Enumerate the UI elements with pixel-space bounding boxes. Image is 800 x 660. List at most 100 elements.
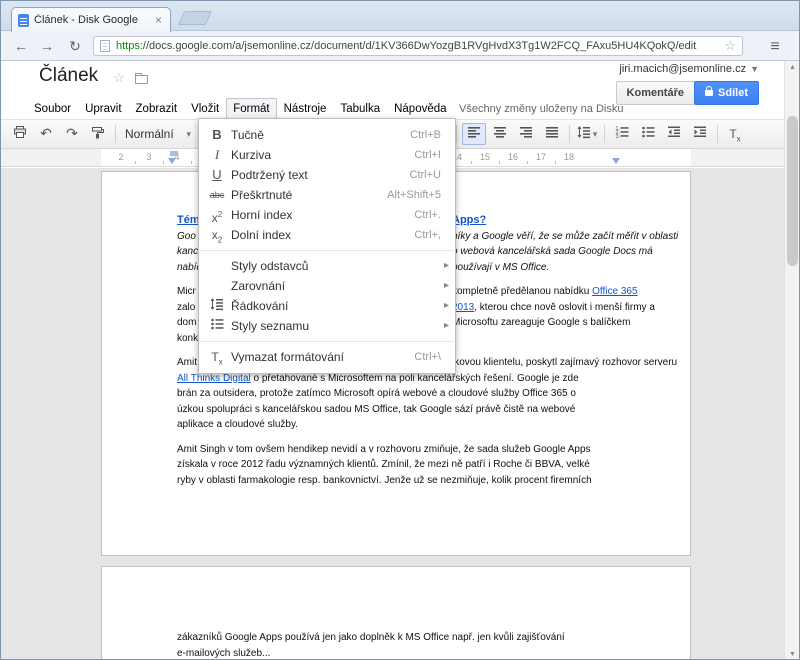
left-margin-marker-icon[interactable] bbox=[168, 158, 176, 164]
ruler-number: 16 bbox=[506, 152, 520, 162]
refresh-button[interactable]: ↻ bbox=[63, 35, 87, 57]
paint-format-button[interactable] bbox=[86, 123, 110, 145]
format-menu-item-stylyseznamu[interactable]: Styly seznamu▸ bbox=[199, 316, 455, 336]
doc-text: kanc bbox=[177, 246, 198, 257]
forward-button[interactable]: → bbox=[35, 35, 59, 57]
doc-line-right: níky a Google věří, že se může začít měř… bbox=[452, 229, 678, 245]
doc-line-right: o webová kancelářská sada Google Docs má bbox=[452, 244, 653, 260]
menubar-item-upravit[interactable]: Upravit bbox=[78, 98, 128, 119]
doc-line: zákazníků Google Apps používá jen jako d… bbox=[177, 630, 682, 646]
clear-formatting-icon: Tx bbox=[729, 125, 740, 143]
doc-link[interactable]: Office 365 bbox=[592, 286, 637, 297]
browser-window: Článek - Disk Google × ← → ↻ https://doc… bbox=[0, 0, 800, 660]
doc-text: , kterou chce nově oslovit i menší firmy… bbox=[474, 302, 655, 313]
align-justify-button[interactable] bbox=[540, 123, 564, 145]
ruler-tick-icon bbox=[163, 161, 164, 164]
menu-item-label: Vymazat formátování bbox=[231, 350, 344, 364]
page-2[interactable]: zákazníků Google Apps používá jen jako d… bbox=[101, 566, 691, 660]
browser-tab[interactable]: Článek - Disk Google × bbox=[11, 7, 171, 32]
menubar-item-format[interactable]: Formát bbox=[226, 98, 276, 119]
format-menu-item-podtrzenytext[interactable]: UPodtržený textCtrl+U bbox=[199, 165, 455, 185]
save-status[interactable]: Všechny změny uloženy na Disku bbox=[459, 103, 623, 115]
format-menu-item-zarovnani[interactable]: Zarovnání▸ bbox=[199, 276, 455, 296]
url-text: ://docs.google.com/a/jsemonline.cz/docum… bbox=[140, 40, 720, 52]
menu-item-label: Přeškrtnuté bbox=[231, 188, 292, 202]
doc-link[interactable]: All Thinks Digital bbox=[177, 373, 251, 384]
doc-text: zákazníků Google Apps používá jen jako d… bbox=[177, 632, 565, 643]
scroll-down-icon[interactable]: ▼ bbox=[785, 651, 800, 658]
menu-item-shortcut: Ctrl+I bbox=[414, 145, 441, 165]
format-menu-item-dolniindex[interactable]: x2Dolní indexCtrl+, bbox=[199, 225, 455, 245]
format-menu: BTučněCtrl+BIKurzivaCtrl+IUPodtržený tex… bbox=[198, 118, 456, 374]
bold-icon: B bbox=[206, 125, 228, 145]
doc-line-left: konk bbox=[177, 333, 198, 344]
comments-button[interactable]: Komentáře bbox=[616, 81, 695, 105]
tab-title: Článek - Disk Google bbox=[34, 14, 153, 26]
styles-dropdown[interactable]: Normální ▾ bbox=[120, 123, 196, 145]
line-spacing-button[interactable]: ▾ bbox=[575, 123, 599, 145]
bullet-list-button[interactable] bbox=[636, 123, 660, 145]
format-menu-item-preskrtnute[interactable]: abcPřeškrtnutéAlt+Shift+5 bbox=[199, 185, 455, 205]
indent-button[interactable] bbox=[688, 123, 712, 145]
doc-text: Amit Singh v tom ovšem hendikep nevidí a… bbox=[177, 444, 591, 455]
right-margin-marker-icon[interactable] bbox=[612, 158, 620, 164]
menubar-item-tabulka[interactable]: Tabulka bbox=[333, 98, 387, 119]
doc-line-left: dom bbox=[177, 317, 196, 328]
format-menu-item-radkovani[interactable]: Řádkování▸ bbox=[199, 296, 455, 316]
url-scheme: https bbox=[116, 40, 140, 52]
undo-button[interactable]: ↶ bbox=[34, 123, 58, 145]
menubar-item-vlozit[interactable]: Vložit bbox=[184, 98, 226, 119]
chevron-down-icon: ▼ bbox=[750, 64, 759, 74]
new-tab-button[interactable] bbox=[178, 11, 213, 25]
account-email[interactable]: jiri.macich@jsemonline.cz▼ bbox=[619, 63, 759, 75]
tab-strip: Článek - Disk Google × bbox=[1, 1, 799, 31]
line-spacing-icon bbox=[577, 125, 591, 144]
align-left-button[interactable] bbox=[462, 123, 486, 145]
tab-close-icon[interactable]: × bbox=[153, 13, 164, 27]
styles-dropdown-value: Normální bbox=[125, 127, 174, 141]
menubar-item-napoveda[interactable]: Nápověda bbox=[387, 98, 453, 119]
subscript-icon: x2 bbox=[206, 225, 228, 245]
doc-text: o webová kancelářská sada Google Docs má bbox=[452, 246, 653, 257]
doc-text: níky a Google věří, že se může začít měř… bbox=[452, 231, 678, 242]
format-menu-item-tucne[interactable]: BTučněCtrl+B bbox=[199, 125, 455, 145]
format-menu-item-vymazatformatovani[interactable]: TxVymazat formátováníCtrl+\ bbox=[199, 347, 455, 367]
doc-line-left: Amit bbox=[177, 357, 197, 368]
redo-button[interactable]: ↷ bbox=[60, 123, 84, 145]
back-button[interactable]: ← bbox=[9, 35, 33, 57]
chrome-menu-icon[interactable]: ≡ bbox=[761, 35, 789, 57]
folder-icon[interactable] bbox=[135, 75, 148, 84]
format-menu-item-kurziva[interactable]: IKurzivaCtrl+I bbox=[199, 145, 455, 165]
outdent-button[interactable] bbox=[662, 123, 686, 145]
doc-line: získala v roce 2012 řadu významných klie… bbox=[177, 457, 682, 473]
share-button[interactable]: Sdílet bbox=[694, 81, 759, 105]
ruler-number: 2 bbox=[114, 152, 128, 162]
address-bar[interactable]: https://docs.google.com/a/jsemonline.cz/… bbox=[93, 36, 743, 56]
star-document-icon[interactable]: ☆ bbox=[113, 70, 125, 86]
align-right-button[interactable] bbox=[514, 123, 538, 145]
menubar-item-soubor[interactable]: Soubor bbox=[27, 98, 78, 119]
menubar-item-nastroje[interactable]: Nástroje bbox=[277, 98, 334, 119]
numbered-list-button[interactable]: 1.2.3. bbox=[610, 123, 634, 145]
menu-item-shortcut: Ctrl+. bbox=[414, 205, 441, 225]
clear-formatting-button[interactable]: Tx bbox=[723, 123, 747, 145]
scrollbar[interactable]: ▲ ▼ bbox=[784, 61, 799, 660]
menu-item-shortcut: Ctrl+\ bbox=[414, 347, 441, 367]
chevron-down-icon: ▾ bbox=[186, 129, 191, 140]
doc-text: Goo bbox=[177, 231, 196, 242]
scroll-up-icon[interactable]: ▲ bbox=[785, 64, 800, 71]
scrollbar-thumb[interactable] bbox=[787, 116, 798, 266]
doc-text: dom bbox=[177, 317, 196, 328]
toolbar-separator bbox=[717, 125, 718, 143]
menubar-item-zobrazit[interactable]: Zobrazit bbox=[129, 98, 185, 119]
indent-marker-icon[interactable] bbox=[170, 151, 178, 156]
document-title[interactable]: Článek bbox=[39, 65, 98, 87]
format-menu-item-stylyodstavcu[interactable]: Styly odstavců▸ bbox=[199, 256, 455, 276]
print-button[interactable] bbox=[8, 123, 32, 145]
align-center-button[interactable] bbox=[488, 123, 512, 145]
bookmark-star-icon[interactable]: ☆ bbox=[724, 38, 736, 54]
format-menu-item-horniindex[interactable]: x2Horní indexCtrl+. bbox=[199, 205, 455, 225]
ruler-number: 15 bbox=[478, 152, 492, 162]
doc-line-right: kompletně předělanou nabídku Office 365 bbox=[452, 284, 638, 300]
ruler-number: 3 bbox=[142, 152, 156, 162]
